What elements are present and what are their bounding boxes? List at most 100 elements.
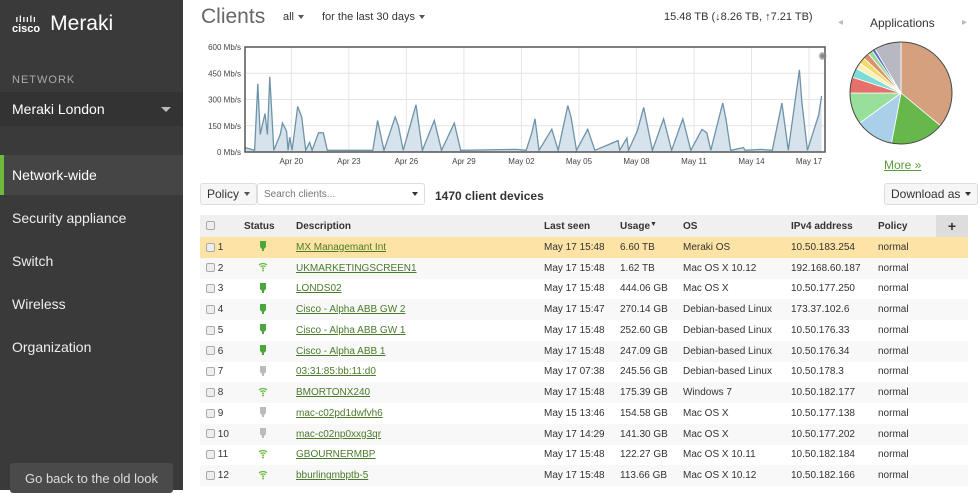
sidebar: ılıılıcisco Meraki NETWORK Meraki London… [0, 0, 183, 490]
table-row[interactable]: 4 Cisco - Alpha ABB GW 2 May 17 15:47 27… [200, 299, 968, 320]
select-all-checkbox[interactable] [206, 221, 215, 230]
usage: 444.06 GB [620, 279, 683, 300]
old-look-button[interactable]: Go back to the old look [10, 463, 173, 493]
col-usage[interactable]: Usage▼ [620, 215, 683, 237]
ipv4: 10.50.176.34 [791, 341, 878, 362]
wired-icon [258, 323, 268, 334]
wired-icon [258, 344, 268, 355]
table-row[interactable]: 12 bburlingmbptb-5 May 17 15:48 113.66 G… [200, 465, 968, 486]
table-row[interactable]: 5 Cisco - Alpha ABB GW 1 May 17 15:48 25… [200, 320, 968, 341]
row-checkbox[interactable] [206, 326, 215, 335]
client-link[interactable]: LONDS02 [296, 283, 342, 294]
policy: normal [878, 465, 936, 486]
table-row[interactable]: 3 LONDS02 May 17 15:48 444.06 GB Mac OS … [200, 279, 968, 300]
row-checkbox[interactable] [206, 346, 215, 355]
row-checkbox[interactable] [206, 243, 215, 252]
col-last-seen[interactable]: Last seen [544, 215, 620, 237]
sidebar-item-organization[interactable]: Organization [0, 327, 183, 367]
usage: 141.30 GB [620, 424, 683, 445]
usage: 175.39 GB [620, 382, 683, 403]
client-link[interactable]: MX Managemant Int [296, 242, 386, 253]
row-checkbox[interactable] [206, 409, 215, 418]
row-checkbox[interactable] [206, 367, 215, 376]
client-link[interactable]: GBOURNERMBP [296, 449, 375, 460]
policy: normal [878, 299, 936, 320]
client-link[interactable]: Cisco - Alpha ABB 1 [296, 346, 386, 357]
usage-area [245, 70, 822, 152]
chevron-down-icon [965, 192, 971, 196]
ipv4: 10.50.177.202 [791, 424, 878, 445]
client-link[interactable]: UKMARKETINGSCREEN1 [296, 263, 417, 274]
prev-icon[interactable]: ◂ [838, 17, 843, 28]
status-cell [244, 237, 296, 258]
col-ipv4[interactable]: IPv4 address [791, 215, 878, 237]
download-button[interactable]: Download as [884, 183, 978, 205]
usage: 6.60 TB [620, 237, 683, 258]
search-input[interactable]: Search clients... [257, 183, 425, 205]
usage: 270.14 GB [620, 299, 683, 320]
row-checkbox[interactable] [206, 305, 215, 314]
next-icon[interactable]: ▸ [962, 17, 967, 28]
policy: normal [878, 279, 936, 300]
filter-value: all [283, 11, 294, 23]
x-tick-label: Apr 26 [395, 157, 419, 166]
row-checkbox[interactable] [206, 284, 215, 293]
client-link[interactable]: mac-c02np0xxg3qr [296, 429, 381, 440]
row-checkbox[interactable] [206, 471, 215, 480]
table-row[interactable]: 6 Cisco - Alpha ABB 1 May 17 15:48 247.0… [200, 341, 968, 362]
policy-button[interactable]: Policy [200, 183, 257, 205]
x-tick-label: May 11 [681, 157, 707, 166]
wired-icon [258, 365, 268, 376]
chevron-down-icon[interactable] [412, 192, 418, 196]
logo[interactable]: ılıılıcisco Meraki [12, 12, 113, 36]
table-row[interactable]: 2 UKMARKETINGSCREEN1 May 17 15:48 1.62 T… [200, 258, 968, 279]
chevron-down-icon [161, 107, 171, 112]
table-row[interactable]: 8 BMORTONX240 May 17 15:48 175.39 GB Win… [200, 382, 968, 403]
sidebar-item-security-appliance[interactable]: Security appliance [0, 198, 183, 238]
sidebar-item-switch[interactable]: Switch [0, 241, 183, 281]
table-row[interactable]: 10 mac-c02np0xxg3qr May 17 14:29 141.30 … [200, 424, 968, 445]
usage-chart: 0 Mb/s150 Mb/s300 Mb/s450 Mb/s600 Mb/sAp… [195, 40, 835, 175]
filter-dropdown[interactable]: all [283, 11, 304, 23]
ipv4: 10.50.183.254 [791, 237, 878, 258]
row-checkbox[interactable] [206, 429, 215, 438]
os: Mac OS X [683, 403, 791, 424]
more-link[interactable]: More » [884, 158, 921, 172]
status-cell [244, 382, 296, 403]
timerange-dropdown[interactable]: for the last 30 days [322, 11, 425, 23]
usage: 113.66 GB [620, 465, 683, 486]
network-label: NETWORK [12, 74, 75, 86]
sidebar-item-wireless[interactable]: Wireless [0, 284, 183, 324]
col-os[interactable]: OS [683, 215, 791, 237]
last-seen: May 17 15:48 [544, 445, 620, 466]
y-tick-label: 300 Mb/s [208, 96, 241, 105]
x-tick-label: May 17 [796, 157, 823, 166]
client-link[interactable]: BMORTONX240 [296, 387, 370, 398]
timerange-value: for the last 30 days [322, 11, 415, 23]
client-link[interactable]: mac-c02pd1dwfvh6 [296, 408, 383, 419]
client-link[interactable]: 03:31:85:bb:11:d0 [296, 366, 376, 377]
row-checkbox[interactable] [206, 450, 215, 459]
row-checkbox[interactable] [206, 263, 215, 272]
last-seen: May 17 15:48 [544, 382, 620, 403]
col-description[interactable]: Description [296, 215, 544, 237]
col-policy[interactable]: Policy [878, 215, 936, 237]
row-checkbox[interactable] [206, 388, 215, 397]
sidebar-item-network-wide[interactable]: Network-wide [0, 155, 183, 195]
col-status[interactable]: Status [244, 215, 296, 237]
add-column-button[interactable]: + [936, 215, 968, 237]
last-seen: May 17 15:48 [544, 258, 620, 279]
y-tick-label: 450 Mb/s [208, 69, 241, 78]
table-row[interactable]: 1 MX Managemant Int May 17 15:48 6.60 TB… [200, 237, 968, 258]
row-number: 5 [218, 325, 224, 336]
wireless-icon [258, 448, 268, 459]
network-name: Meraki London [12, 101, 105, 117]
client-link[interactable]: bburlingmbptb-5 [296, 470, 368, 481]
table-row[interactable]: 9 mac-c02pd1dwfvh6 May 15 13:46 154.58 G… [200, 403, 968, 424]
table-row[interactable]: 11 GBOURNERMBP May 17 15:48 122.27 GB Ma… [200, 445, 968, 466]
table-row[interactable]: 7 03:31:85:bb:11:d0 May 17 07:38 245.56 … [200, 362, 968, 383]
last-seen: May 17 15:48 [544, 237, 620, 258]
client-link[interactable]: Cisco - Alpha ABB GW 1 [296, 325, 406, 336]
network-selector[interactable]: Meraki London [0, 92, 183, 126]
client-link[interactable]: Cisco - Alpha ABB GW 2 [296, 304, 406, 315]
